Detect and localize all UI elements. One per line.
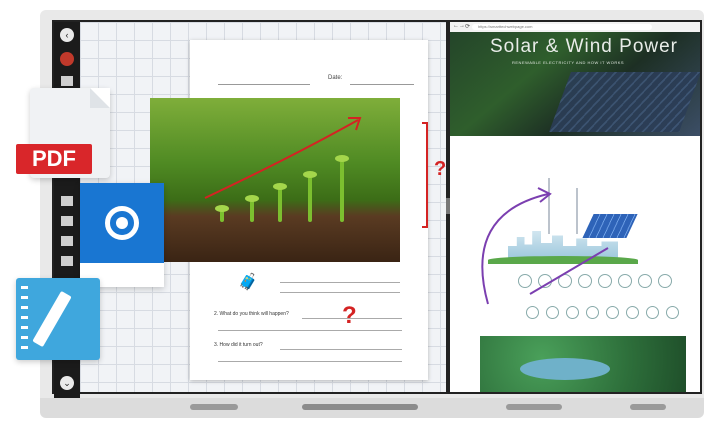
worksheet-page[interactable]: Date: ? 🧳 2. What do you think will happ… xyxy=(150,40,446,380)
refresh-icon[interactable]: ⟳ xyxy=(465,23,470,30)
height-bracket-annotation xyxy=(422,122,428,228)
avatar-icon[interactable] xyxy=(60,52,74,66)
hero-subtitle: RENEWABLE ELECTRICITY AND HOW IT WORKS xyxy=(512,60,625,65)
undo-icon[interactable] xyxy=(61,256,73,266)
people-luggage-icon: 🧳 xyxy=(238,274,258,291)
chrome-logo-icon xyxy=(105,206,139,240)
answer-line xyxy=(280,349,402,350)
chrome-app-icon xyxy=(80,183,164,287)
pdf-badge: PDF xyxy=(16,144,92,174)
answer-line xyxy=(218,361,402,362)
question-mark-annotation: ? xyxy=(342,302,357,329)
answer-line xyxy=(280,282,400,283)
camera-icon[interactable] xyxy=(61,76,73,86)
down-arrow-icon[interactable]: ⌄ xyxy=(60,376,74,390)
bezel-bottom xyxy=(40,398,704,418)
question-mark-annotation: ? xyxy=(434,158,447,180)
date-label: Date: xyxy=(328,75,343,81)
name-line xyxy=(218,84,310,85)
answer-line xyxy=(218,330,402,331)
seedling-photo[interactable] xyxy=(150,98,400,262)
image-icon[interactable] xyxy=(61,236,73,246)
lake-shape xyxy=(520,358,610,380)
solar-panels-image xyxy=(549,72,700,132)
purple-arrow-annotation xyxy=(481,187,609,305)
date-line xyxy=(350,84,414,85)
speaker-right xyxy=(630,404,666,410)
pen-tray-center[interactable] xyxy=(302,404,418,410)
question-text: 2. What do you think will happen? xyxy=(214,311,289,317)
chrome-badge xyxy=(80,183,164,263)
answer-line xyxy=(280,292,400,293)
hero-banner: Solar & Wind Power RENEWABLE ELECTRICITY… xyxy=(450,32,700,136)
pen-icon xyxy=(32,290,72,348)
page-fold xyxy=(90,88,110,108)
address-bar[interactable]: https://smarttechwebpage.com xyxy=(472,24,652,30)
hero-title: Solar & Wind Power xyxy=(490,36,679,57)
notebook-app-icon xyxy=(16,278,100,360)
energy-diagram[interactable] xyxy=(468,154,688,319)
notebook-spiral xyxy=(21,286,28,349)
back-arrow-icon[interactable]: ‹ xyxy=(60,28,74,42)
browser-pane[interactable]: ← → ⟳ https://smarttechwebpage.com Solar… xyxy=(450,22,700,392)
question-text: 3. How did it turn out? xyxy=(214,342,263,348)
stamp-icon[interactable] xyxy=(61,196,73,206)
grid-icon[interactable] xyxy=(61,216,73,226)
pdf-file-icon: PDF xyxy=(16,88,110,178)
pen-tray-right xyxy=(506,404,562,410)
growth-arrow-annotation xyxy=(204,117,362,199)
pen-tray-left xyxy=(190,404,238,410)
